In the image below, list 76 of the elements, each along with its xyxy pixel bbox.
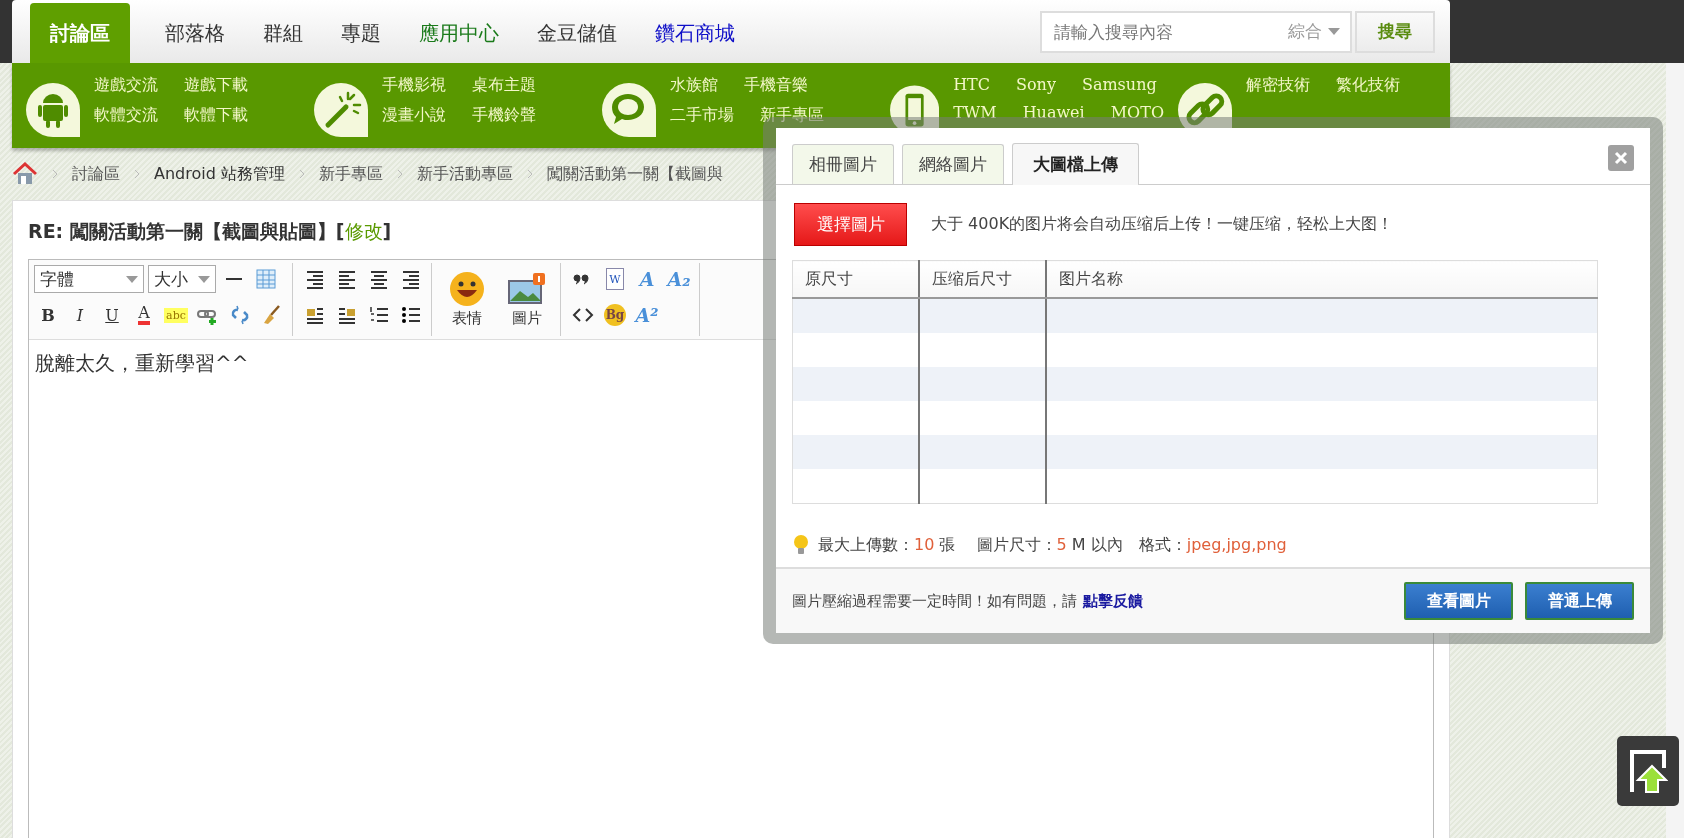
post-body-text: 脫離太久，重新學習^^ xyxy=(34,350,250,377)
breadcrumb-link[interactable]: 新手專區 xyxy=(318,163,383,185)
nav-tab[interactable]: 部落格 xyxy=(146,3,244,63)
search-button[interactable]: 搜尋 xyxy=(1355,10,1435,53)
normal-upload-button[interactable]: 普通上傳 xyxy=(1525,582,1634,620)
category-link[interactable]: 二手市場 xyxy=(670,105,734,126)
back-to-top-button[interactable] xyxy=(1617,736,1679,806)
column-header: 压缩后尺寸 xyxy=(919,260,1046,298)
footer-note: 圖片壓縮過程需要一定時間！如有問題，請 點擊反饋 xyxy=(792,591,1143,611)
breadcrumb-link[interactable]: 討論區 xyxy=(72,163,120,185)
category-link[interactable]: 解密技術 xyxy=(1246,75,1310,96)
android-icon xyxy=(26,83,80,137)
category-link[interactable]: 水族館 xyxy=(670,75,718,96)
chevron-icon xyxy=(132,169,142,179)
column-header: 原尺寸 xyxy=(792,260,919,298)
category-link[interactable]: 手機影視 xyxy=(382,75,446,96)
category-link[interactable]: 軟體下載 xyxy=(184,105,248,126)
smiley-icon xyxy=(449,271,485,307)
emoji-button[interactable]: 表情 xyxy=(440,271,494,328)
category-link[interactable]: 遊戲下載 xyxy=(184,75,248,96)
underline-format-button[interactable]: U xyxy=(98,301,126,329)
italic-format-button[interactable]: I xyxy=(66,301,94,329)
breadcrumb-link[interactable]: Android 站務管理 xyxy=(154,163,285,185)
category-link[interactable]: Sony xyxy=(1016,75,1056,94)
edit-link[interactable]: 修改 xyxy=(344,220,383,242)
scrollbar[interactable] xyxy=(1666,63,1684,838)
category-link[interactable]: 桌布主題 xyxy=(472,75,536,96)
category-link[interactable]: 遊戲交流 xyxy=(94,75,158,96)
chat-bubbles-icon xyxy=(602,83,656,137)
dialog-tab[interactable]: 相冊圖片 xyxy=(792,144,894,184)
nav-tab[interactable]: 專題 xyxy=(322,3,400,63)
nav-tab[interactable]: 鑽石商城 xyxy=(636,3,754,63)
column-header: 图片名称 xyxy=(1046,260,1598,298)
size-select[interactable]: 大小 xyxy=(148,265,216,293)
breadcrumb-link[interactable]: 新手活動專區 xyxy=(416,163,513,185)
image-icon xyxy=(507,271,547,307)
category-link[interactable]: Samsung xyxy=(1081,75,1157,94)
category-link[interactable]: MOTO xyxy=(1110,103,1164,122)
picture-button[interactable]: 圖片 xyxy=(500,271,554,328)
dialog-tab[interactable]: 大圖檔上傳 xyxy=(1012,143,1139,185)
close-icon xyxy=(1614,151,1628,165)
category-link[interactable]: Huawei xyxy=(1022,103,1085,122)
bold-format-button[interactable]: B xyxy=(34,301,62,329)
category-link[interactable]: 新手專區 xyxy=(760,105,824,126)
upload-limits: 最大上傳數：10 張 圖片尺寸：5 M 以內 格式：jpeg,jpg,png xyxy=(818,534,1287,556)
nav-tab[interactable]: 討論區 xyxy=(30,3,130,63)
category-link[interactable]: HTC xyxy=(953,75,990,94)
category-link[interactable]: 軟體交流 xyxy=(94,105,158,126)
dialog-tab[interactable]: 網絡圖片 xyxy=(902,144,1004,184)
nav-tab[interactable]: 群組 xyxy=(244,3,322,63)
category-link[interactable]: 手機鈴聲 xyxy=(472,105,536,126)
search-scope-dropdown[interactable]: 綜合 xyxy=(1288,20,1340,43)
font-select[interactable]: 字體 xyxy=(34,265,144,293)
font-format-button[interactable]: A xyxy=(633,265,661,293)
search-field[interactable]: 請輸入搜尋內容 綜合 xyxy=(1040,10,1352,53)
highlight-format-button[interactable]: abc xyxy=(162,301,190,329)
category-link[interactable]: 手機音樂 xyxy=(744,75,808,96)
home-icon[interactable] xyxy=(12,162,38,186)
view-images-button[interactable]: 查看圖片 xyxy=(1404,582,1513,620)
category-link[interactable]: 漫畫小說 xyxy=(382,105,446,126)
close-button[interactable] xyxy=(1608,145,1634,171)
choose-image-button[interactable]: 選擇圖片 xyxy=(794,203,907,246)
breadcrumb-link[interactable]: 闖關活動第一關【截圖與 xyxy=(546,163,723,185)
compress-hint: 大于 400K的图片将会自动压缩后上传！一键压缩，轻松上大图！ xyxy=(931,214,1394,235)
forecolor-format-button[interactable]: A xyxy=(130,301,158,329)
nav-tab[interactable]: 應用中心 xyxy=(400,3,518,63)
magic-wand-icon xyxy=(314,83,368,137)
category-link[interactable]: 繁化技術 xyxy=(1336,75,1400,96)
font-format-button[interactable]: A² xyxy=(633,301,661,329)
category-link[interactable]: TWM xyxy=(953,103,997,122)
nav-tab[interactable]: 金豆儲值 xyxy=(518,3,636,63)
chevron-icon xyxy=(50,169,60,179)
feedback-link[interactable]: 點擊反饋 xyxy=(1083,591,1143,610)
font-format-button[interactable]: A₂ xyxy=(665,265,693,293)
up-arrow-icon xyxy=(1628,748,1668,794)
lightbulb-icon xyxy=(792,534,810,556)
